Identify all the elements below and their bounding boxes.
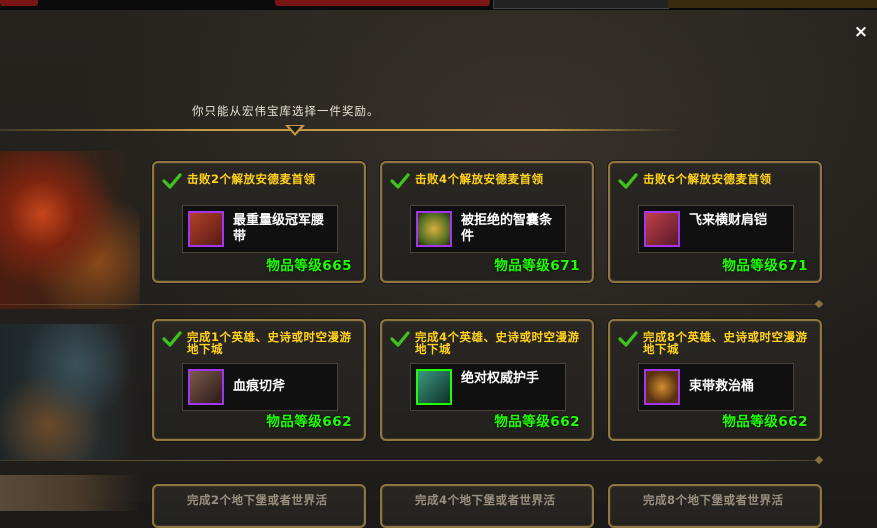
item-name: 最重量级冠军腰带: [233, 213, 325, 244]
item-level: 物品等级662: [722, 414, 808, 430]
checkmark-icon: [618, 173, 638, 189]
row-separator-ornament: [814, 299, 824, 309]
item-level: 物品等级662: [494, 414, 580, 430]
reward-card-raid-3[interactable]: 击败6个解放安德麦首领 飞来横财肩铠 物品等级671: [608, 161, 822, 283]
delve-row-art: [0, 475, 140, 511]
reward-item-slot[interactable]: 被拒绝的智囊条件: [410, 205, 566, 253]
shoulder-icon: [644, 211, 680, 247]
header-divider: [0, 129, 680, 131]
reward-card-dungeon-1[interactable]: 完成1个英雄、史诗或时空漫游地下城 血痕切斧 物品等级662: [152, 319, 366, 441]
row-separator-ornament: [814, 455, 824, 465]
hud-gold-bar: [668, 0, 877, 8]
belt-icon: [188, 211, 224, 247]
reward-card-dungeon-2[interactable]: 完成4个英雄、史诗或时空漫游地下城 绝对权威护手 物品等级662: [380, 319, 594, 441]
checkmark-icon: [390, 331, 410, 347]
card-objective: 完成4个英雄、史诗或时空漫游地下城: [415, 330, 580, 356]
item-name: 血痕切斧: [233, 379, 286, 394]
card-objective: 完成8个英雄、史诗或时空漫游地下城: [643, 330, 808, 356]
reward-item-slot[interactable]: 飞来横财肩铠: [638, 205, 794, 253]
reward-card-world-3[interactable]: 完成8个地下堡或者世界活: [608, 484, 822, 528]
great-vault-panel: × 你只能从宏伟宝库选择一件奖励。 击败2个解放安德麦首领 最重量级冠军腰带 物…: [0, 10, 877, 528]
row-separator: [0, 460, 822, 461]
barrel-icon: [644, 369, 680, 405]
checkmark-icon: [162, 331, 182, 347]
item-name: 飞来横财肩铠: [689, 213, 768, 228]
top-hud-strip: [0, 0, 877, 10]
card-objective: 完成1个英雄、史诗或时空漫游地下城: [187, 330, 352, 356]
checkmark-icon: [618, 331, 638, 347]
card-objective: 完成4个地下堡或者世界活: [415, 493, 556, 507]
reward-card-raid-1[interactable]: 击败2个解放安德麦首领 最重量级冠军腰带 物品等级665: [152, 161, 366, 283]
reward-card-dungeon-3[interactable]: 完成8个英雄、史诗或时空漫游地下城 束带救治桶 物品等级662: [608, 319, 822, 441]
reward-card-raid-2[interactable]: 击败4个解放安德麦首领 被拒绝的智囊条件 物品等级671: [380, 161, 594, 283]
raid-row-art: [0, 151, 140, 309]
reward-card-world-2[interactable]: 完成4个地下堡或者世界活: [380, 484, 594, 528]
item-name: 被拒绝的智囊条件: [461, 213, 553, 244]
checkmark-icon: [390, 173, 410, 189]
vault-instruction: 你只能从宏伟宝库选择一件奖励。: [192, 104, 380, 118]
item-level: 物品等级671: [722, 258, 808, 274]
item-name: 绝对权威护手: [461, 371, 540, 386]
reward-item-slot[interactable]: 血痕切斧: [182, 363, 338, 411]
item-level: 物品等级671: [494, 258, 580, 274]
header-divider-arrow-inner: [289, 126, 301, 133]
card-objective: 击败4个解放安德麦首领: [415, 172, 544, 186]
reward-card-world-1[interactable]: 完成2个地下堡或者世界活: [152, 484, 366, 528]
reward-item-slot[interactable]: 最重量级冠军腰带: [182, 205, 338, 253]
card-objective: 完成2个地下堡或者世界活: [187, 493, 328, 507]
item-level: 物品等级665: [266, 258, 352, 274]
dungeon-row-art: [0, 324, 140, 460]
trinket-icon: [416, 211, 452, 247]
close-button[interactable]: ×: [853, 24, 869, 41]
axe-icon: [188, 369, 224, 405]
card-objective: 击败6个解放安德麦首领: [643, 172, 772, 186]
reward-item-slot[interactable]: 绝对权威护手: [410, 363, 566, 411]
hud-red-bar: [275, 0, 490, 6]
item-name: 束带救治桶: [689, 379, 755, 394]
reward-item-slot[interactable]: 束带救治桶: [638, 363, 794, 411]
card-objective: 击败2个解放安德麦首领: [187, 172, 316, 186]
gauntlet-icon: [416, 369, 452, 405]
item-level: 物品等级662: [266, 414, 352, 430]
hud-status-box: [493, 0, 669, 9]
hud-red-segment: [0, 0, 38, 6]
checkmark-icon: [162, 173, 182, 189]
row-separator: [0, 304, 822, 305]
card-objective: 完成8个地下堡或者世界活: [643, 493, 784, 507]
